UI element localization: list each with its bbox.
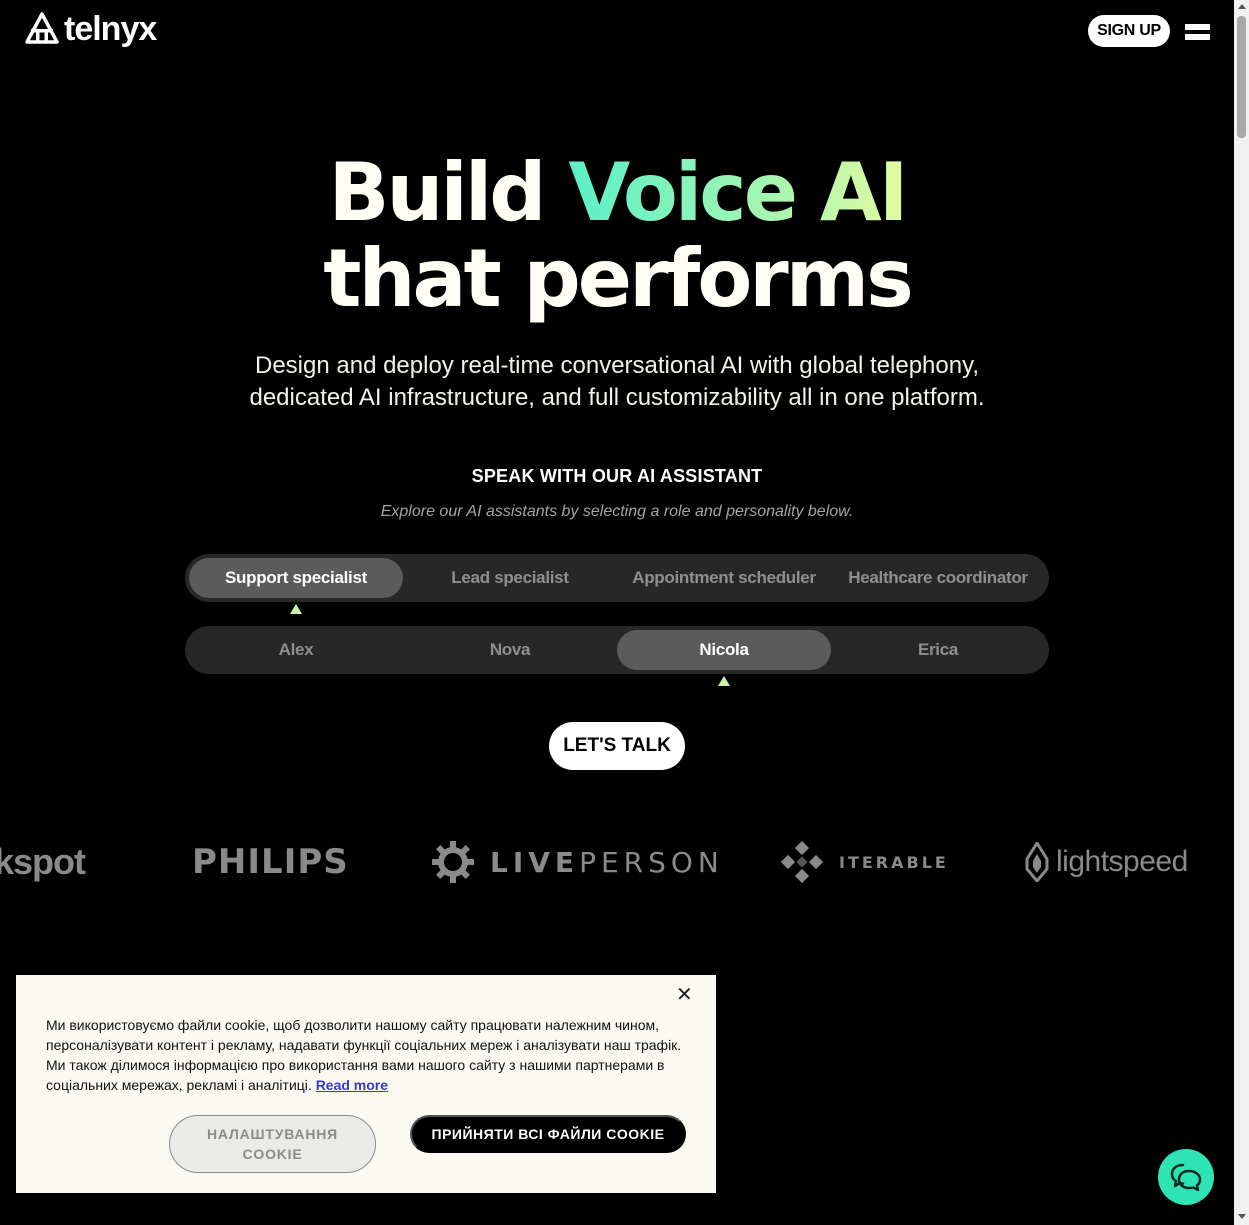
scrollbar-thumb[interactable] bbox=[1237, 16, 1246, 138]
personality-tab-nicola[interactable]: Nicola bbox=[617, 630, 831, 686]
cookie-settings-button[interactable]: НАЛАШТУВАННЯ COOKIE bbox=[169, 1115, 376, 1173]
close-icon[interactable]: ✕ bbox=[676, 985, 693, 1005]
scroll-down-arrow-icon[interactable] bbox=[1238, 1214, 1246, 1219]
philips-logo: PHILIPS bbox=[192, 830, 349, 894]
hubspot-wordmark: kspot bbox=[0, 841, 86, 882]
hubspot-logo: kspot bbox=[0, 830, 86, 894]
personality-tab-nova[interactable]: Nova bbox=[403, 630, 617, 670]
hero-subtitle: Design and deploy real-time conversation… bbox=[0, 350, 1234, 414]
personality-tab-label: Erica bbox=[917, 640, 959, 659]
role-tab-label: Healthcare coordinator bbox=[848, 568, 1028, 587]
page-scrollbar[interactable] bbox=[1234, 0, 1249, 1225]
hero-title-line2: that performs bbox=[323, 232, 913, 325]
personality-tab-erica[interactable]: Erica bbox=[831, 630, 1045, 670]
role-tab-appointment-scheduler[interactable]: Appointment scheduler bbox=[617, 558, 831, 598]
hero-title: Build Voice AI that performs bbox=[0, 150, 1234, 322]
logo-wordmark: telnyx bbox=[64, 10, 157, 48]
role-tab-support-specialist[interactable]: Support specialist bbox=[189, 558, 403, 614]
chat-bubbles-icon bbox=[1170, 1163, 1202, 1192]
selection-pointer-icon bbox=[718, 676, 730, 686]
role-tab-label: Appointment scheduler bbox=[632, 568, 816, 587]
selection-pointer-icon bbox=[290, 604, 302, 614]
assistant-subheading: Explore our AI assistants by selecting a… bbox=[380, 503, 854, 520]
cookie-banner: ✕ Ми використовуємо файли cookie, щоб до… bbox=[16, 975, 716, 1193]
telnyx-logo-icon bbox=[25, 12, 59, 44]
liveperson-logo: LIVEPERSON bbox=[432, 830, 724, 894]
hero-subtitle-line2: dedicated AI infrastructure, and full cu… bbox=[249, 384, 985, 411]
assistant-heading: SPEAK WITH OUR AI ASSISTANT bbox=[471, 466, 763, 486]
iterable-diamond-icon bbox=[781, 841, 823, 883]
role-tab-label: Support specialist bbox=[225, 568, 367, 587]
chat-widget-button[interactable] bbox=[1158, 1149, 1214, 1205]
cookie-text: Ми використовуємо файли cookie, щоб дозв… bbox=[46, 1015, 696, 1095]
sign-up-button[interactable]: SIGN UP bbox=[1088, 15, 1170, 47]
iterable-wordmark: ITERABLE bbox=[839, 852, 949, 872]
site-header: telnyx SIGN UP bbox=[0, 0, 1234, 64]
accept-all-cookies-button[interactable]: ПРИЙНЯТИ ВСІ ФАЙЛИ COOKIE bbox=[410, 1115, 686, 1153]
personality-tab-alex[interactable]: Alex bbox=[189, 630, 403, 670]
telnyx-logo[interactable]: telnyx bbox=[24, 10, 157, 48]
lets-talk-button[interactable]: LET'S TALK bbox=[549, 722, 685, 770]
role-selector: Support specialist Lead specialist Appoi… bbox=[185, 554, 1049, 614]
liveperson-bold: LIVE bbox=[490, 845, 580, 879]
philips-wordmark: PHILIPS bbox=[192, 842, 349, 882]
hamburger-menu-icon[interactable] bbox=[1185, 24, 1211, 42]
lightspeed-wordmark: lightspeed bbox=[1056, 845, 1188, 878]
lightspeed-flame-icon bbox=[1025, 842, 1049, 882]
liveperson-light: PERSON bbox=[579, 845, 724, 879]
personality-tab-label: Nicola bbox=[699, 640, 749, 659]
hero-subtitle-line1: Design and deploy real-time conversation… bbox=[255, 352, 979, 379]
iterable-logo: ITERABLE bbox=[781, 830, 949, 894]
hero-title-part1: Build bbox=[328, 146, 569, 239]
personality-selector: Alex Nova Nicola Erica bbox=[185, 626, 1049, 686]
role-tab-healthcare-coordinator[interactable]: Healthcare coordinator bbox=[831, 558, 1045, 598]
hero-title-highlight: Voice AI bbox=[568, 146, 908, 239]
personality-tab-label: Alex bbox=[278, 640, 314, 659]
scroll-up-arrow-icon[interactable] bbox=[1238, 4, 1246, 9]
role-tab-label: Lead specialist bbox=[451, 568, 569, 587]
personality-tab-label: Nova bbox=[489, 640, 531, 659]
lightspeed-logo: lightspeed bbox=[1024, 830, 1188, 894]
customer-logos: kspot PHILIPS LIVEPERSON ITERABLE lights… bbox=[0, 830, 1234, 894]
liveperson-wordmark: LIVEPERSON bbox=[490, 846, 724, 879]
liveperson-gear-icon bbox=[432, 841, 474, 883]
role-tab-lead-specialist[interactable]: Lead specialist bbox=[403, 558, 617, 598]
read-more-link[interactable]: Read more bbox=[316, 1077, 388, 1093]
